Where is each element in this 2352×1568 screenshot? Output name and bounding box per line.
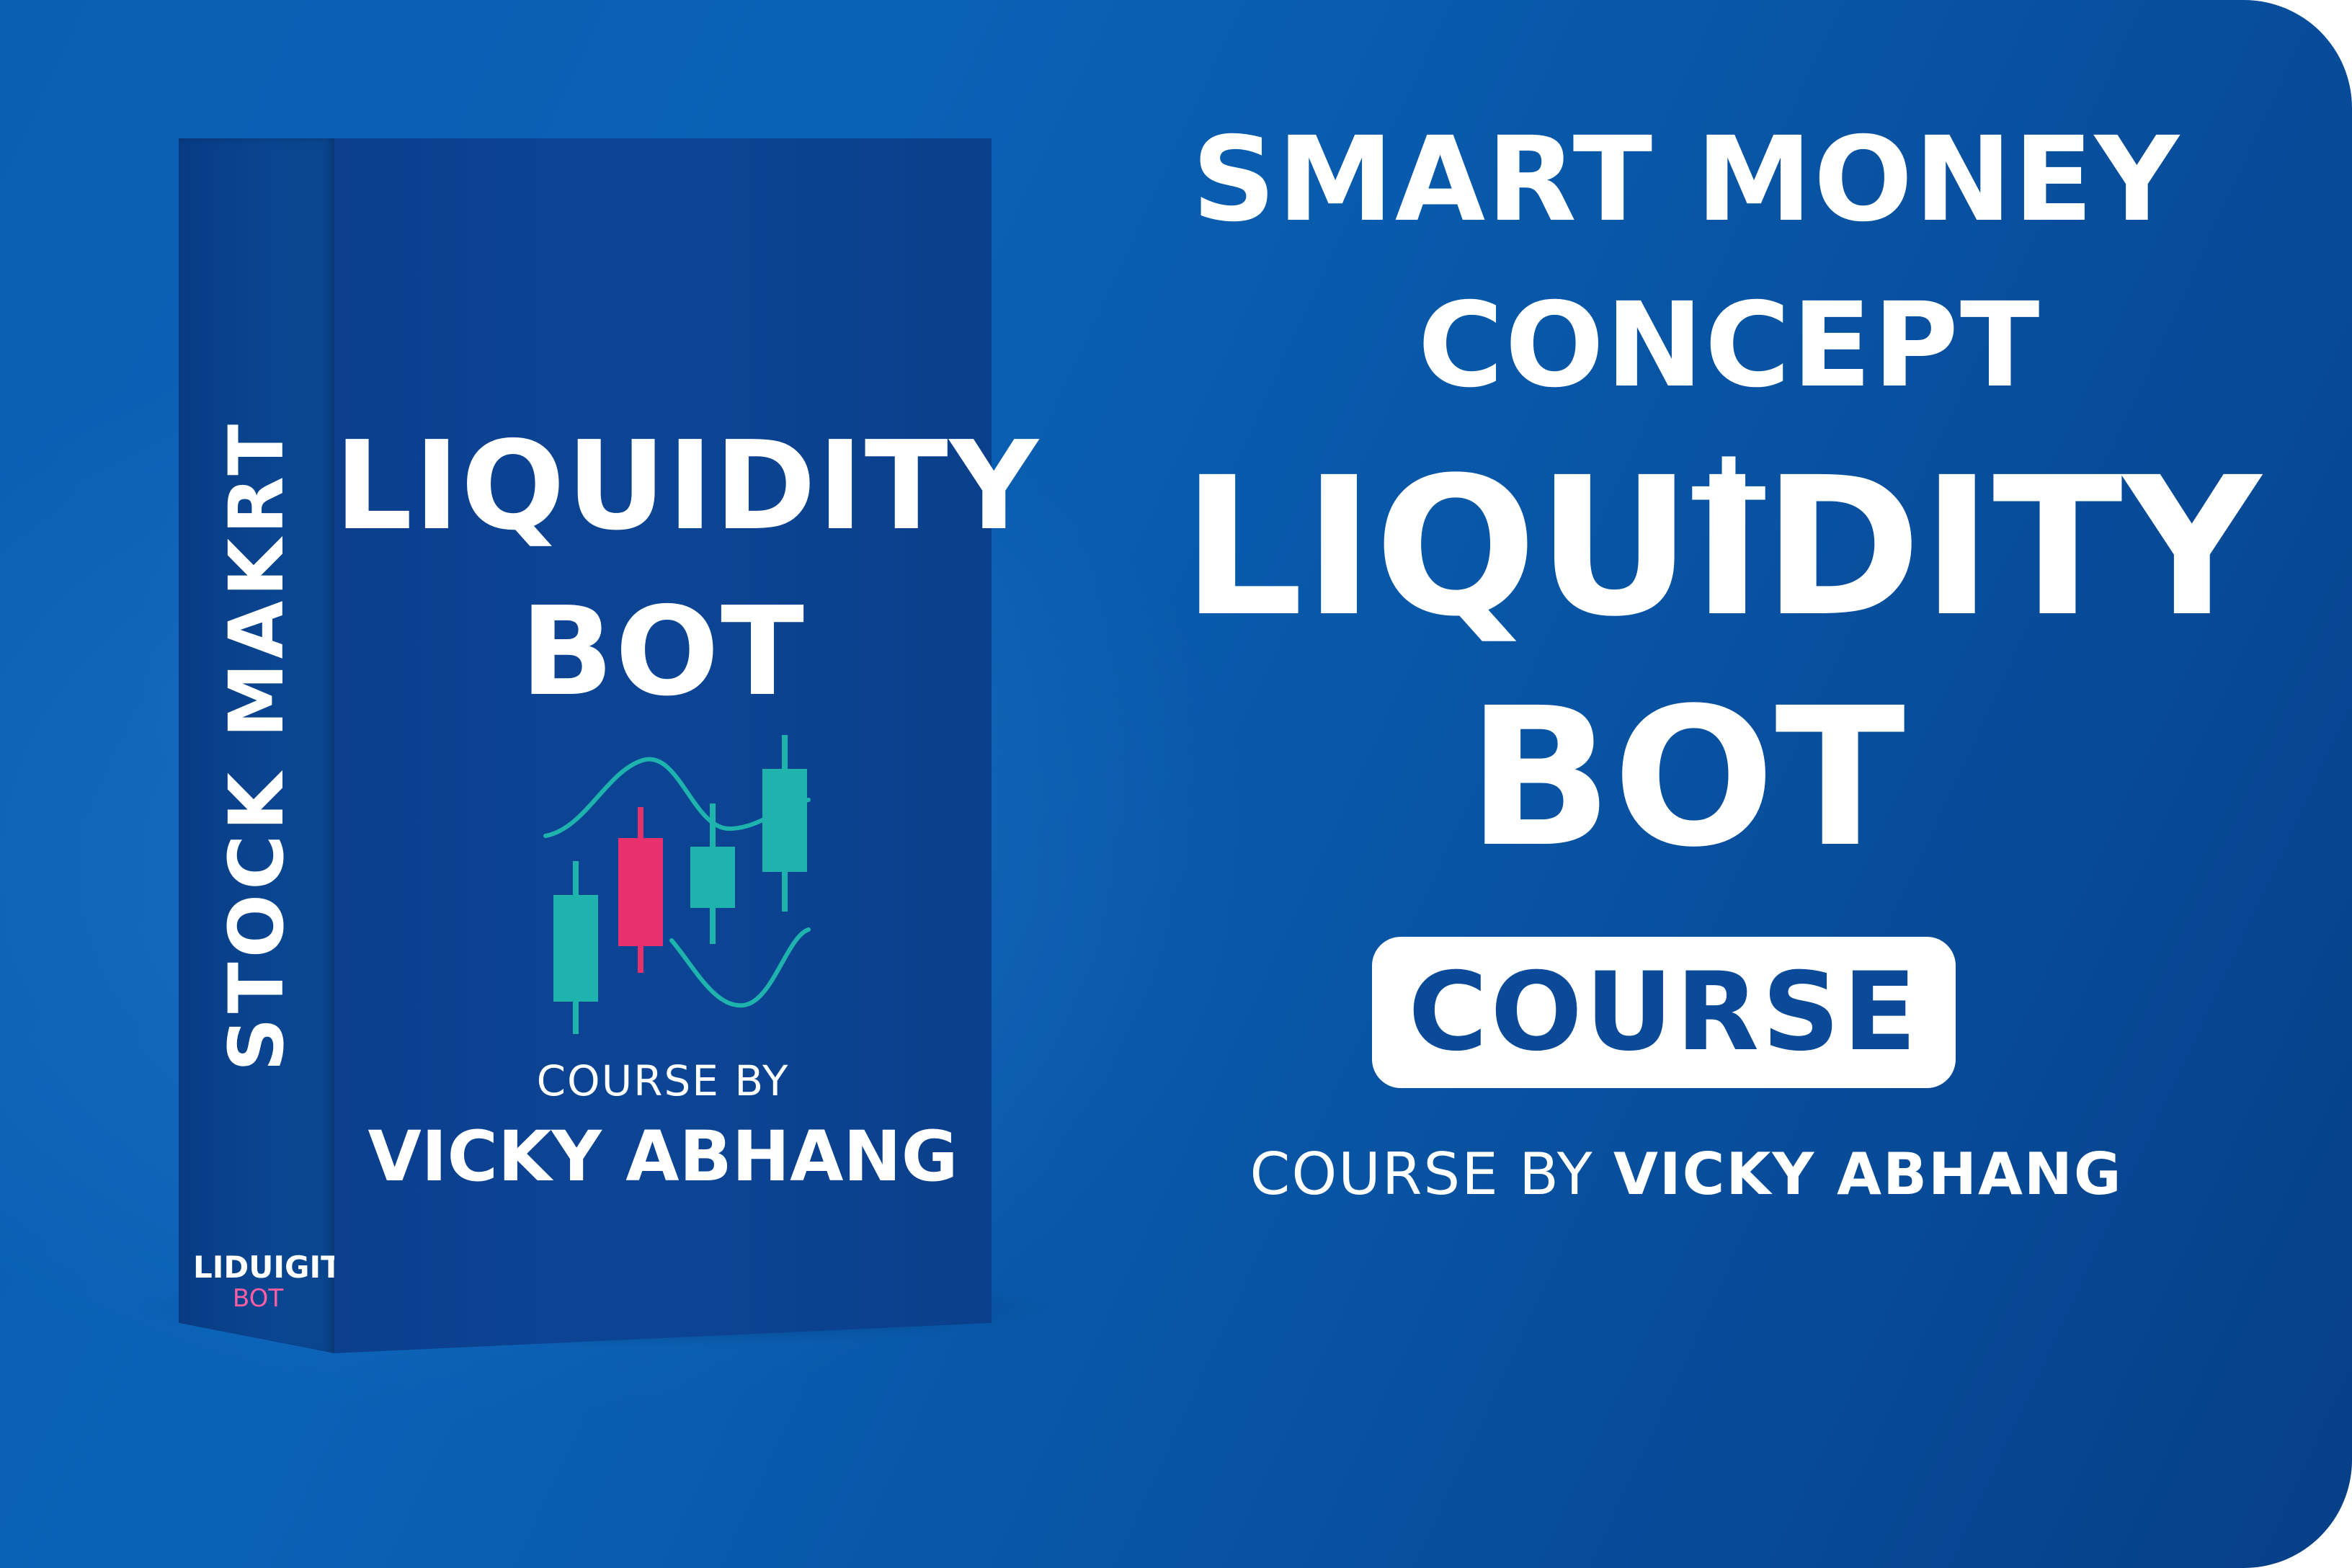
box-front-byline: COURSE BY [536,1056,790,1105]
box-spine-logo: LIDUIGITY BOT [193,1250,364,1314]
candlestick-chart-icon [543,735,811,1034]
box-spine-logo-line2: BOT [232,1284,284,1313]
box-front-title-line2: BOT [520,581,806,723]
product-banner: STOCK MAKRT LIDUIGITY BOT LIQUIDITY BOT … [0,0,2352,1568]
headline-byline-author: VICKY ABHANG [1613,1141,2123,1208]
headline-main-line2: BOT [1466,667,1906,889]
headline-byline: COURSE BY VICKY ABHANG [1182,1135,2191,1214]
box-front-title: LIQUIDITY BOT [334,404,1040,735]
course-badge: COURSE [1372,937,1956,1088]
box-spine-text: STOCK MAKRT [213,419,300,1072]
headline-main: LIQUIDITY BOT [1182,432,2261,894]
headline-byline-prefix: COURSE BY [1250,1141,1613,1208]
box-front-title-line1: LIQUIDITY [334,415,1040,558]
box-spine-logo-line1: LIDUIGITY [193,1250,364,1285]
headline-line1: SMART MONEY [1191,112,2181,248]
headline-main-line1: LIQUIDITY [1182,437,2261,659]
box-front-author: VICKY ABHANG [368,1116,958,1197]
